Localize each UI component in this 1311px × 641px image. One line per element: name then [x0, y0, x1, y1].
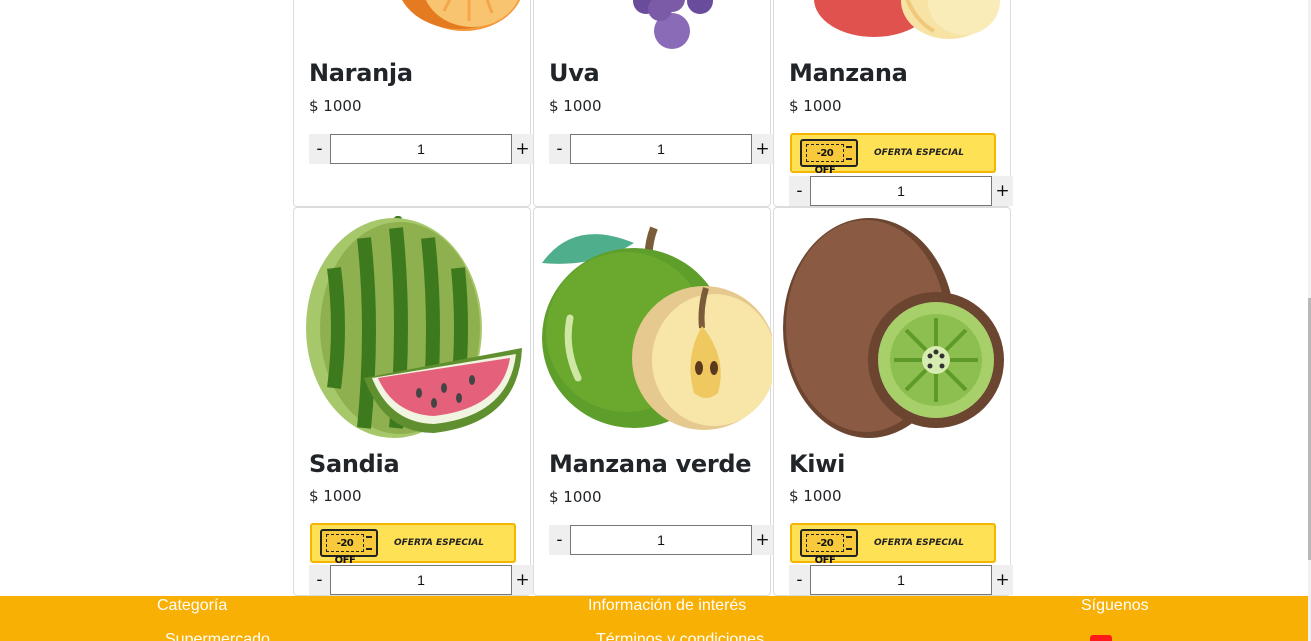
product-name: Manzana: [789, 59, 908, 87]
decrease-button[interactable]: -: [549, 134, 570, 164]
product-name: Kiwi: [789, 450, 846, 478]
quantity-input[interactable]: [570, 525, 752, 555]
increase-button[interactable]: +: [512, 565, 533, 595]
product-price: $ 1000: [549, 97, 602, 115]
offer-label: OFERTA ESPECIAL: [394, 538, 485, 548]
decrease-button[interactable]: -: [549, 525, 570, 555]
quantity-input[interactable]: [810, 565, 992, 595]
discount-label: -20 OFF: [806, 144, 844, 176]
ticket-icon: -20 OFF: [320, 529, 378, 566]
quantity-input[interactable]: [570, 134, 752, 164]
footer-link-terminos[interactable]: Términos y condiciones: [596, 631, 764, 641]
decrease-button[interactable]: -: [309, 565, 330, 595]
quantity-stepper: - +: [789, 176, 1013, 206]
decrease-button[interactable]: -: [789, 176, 810, 206]
decrease-button[interactable]: -: [309, 134, 330, 164]
quantity-stepper: - +: [309, 565, 533, 595]
product-card-kiwi: Kiwi $ 1000 -20 OFF OFERTA ESPECIAL - +: [773, 207, 1013, 596]
increase-button[interactable]: +: [992, 565, 1013, 595]
ticket-icon: -20 OFF: [800, 529, 858, 566]
watermelon-image: [306, 216, 522, 438]
increase-button[interactable]: +: [512, 134, 533, 164]
product-price: $ 1000: [309, 97, 362, 115]
product-card-naranja: Naranja $ 1000 - +: [293, 0, 533, 207]
quantity-stepper: - +: [309, 134, 533, 164]
special-offer-badge: -20 OFF OFERTA ESPECIAL: [790, 133, 996, 176]
youtube-icon[interactable]: [1090, 635, 1112, 641]
product-price: $ 1000: [789, 97, 842, 115]
quantity-stepper: - +: [789, 565, 1013, 595]
offer-label: OFERTA ESPECIAL: [874, 538, 965, 548]
discount-label: -20 OFF: [806, 534, 844, 566]
product-card-uva: Uva $ 1000 - +: [533, 0, 773, 207]
offer-label: OFERTA ESPECIAL: [874, 148, 965, 158]
product-price: $ 1000: [549, 488, 602, 506]
discount-label: -20 OFF: [326, 534, 364, 566]
ticket-icon: -20 OFF: [800, 139, 858, 176]
product-price: $ 1000: [789, 487, 842, 505]
product-name: Naranja: [309, 59, 413, 87]
product-card-manzana: Manzana $ 1000 -20 OFF OFERTA ESPECIAL -…: [773, 0, 1013, 207]
green-apple-image: [542, 226, 772, 430]
quantity-stepper: - +: [549, 134, 773, 164]
product-name: Uva: [549, 59, 600, 87]
special-offer-badge: -20 OFF OFERTA ESPECIAL: [310, 523, 516, 566]
quantity-stepper: - +: [549, 525, 773, 555]
product-grid: Naranja $ 1000 - + Uva $ 1000 - +: [0, 0, 1311, 641]
grape-image: [633, 0, 713, 49]
orange-image: [402, 0, 521, 31]
product-card-manzana-verde: Manzana verde $ 1000 - +: [533, 207, 773, 596]
quantity-input[interactable]: [330, 565, 512, 595]
apple-image: [814, 0, 1000, 39]
decrease-button[interactable]: -: [789, 565, 810, 595]
product-name: Sandia: [309, 450, 400, 478]
quantity-input[interactable]: [810, 176, 992, 206]
footer-category-heading: Categoría: [157, 597, 228, 614]
product-price: $ 1000: [309, 487, 362, 505]
quantity-input[interactable]: [330, 134, 512, 164]
increase-button[interactable]: +: [992, 176, 1013, 206]
increase-button[interactable]: +: [752, 134, 773, 164]
product-card-sandia: Sandia $ 1000 -20 OFF OFERTA ESPECIAL - …: [293, 207, 533, 596]
footer-follow-heading: Síguenos: [1081, 597, 1149, 614]
footer-link-supermercado[interactable]: Supermercado: [165, 631, 270, 641]
footer-info-heading: Información de interés: [588, 597, 747, 614]
kiwi-image: [783, 218, 1004, 438]
increase-button[interactable]: +: [752, 525, 773, 555]
product-name: Manzana verde: [549, 450, 752, 478]
site-footer: Categoría Supermercado Información de in…: [0, 596, 1308, 641]
special-offer-badge: -20 OFF OFERTA ESPECIAL: [790, 523, 996, 566]
